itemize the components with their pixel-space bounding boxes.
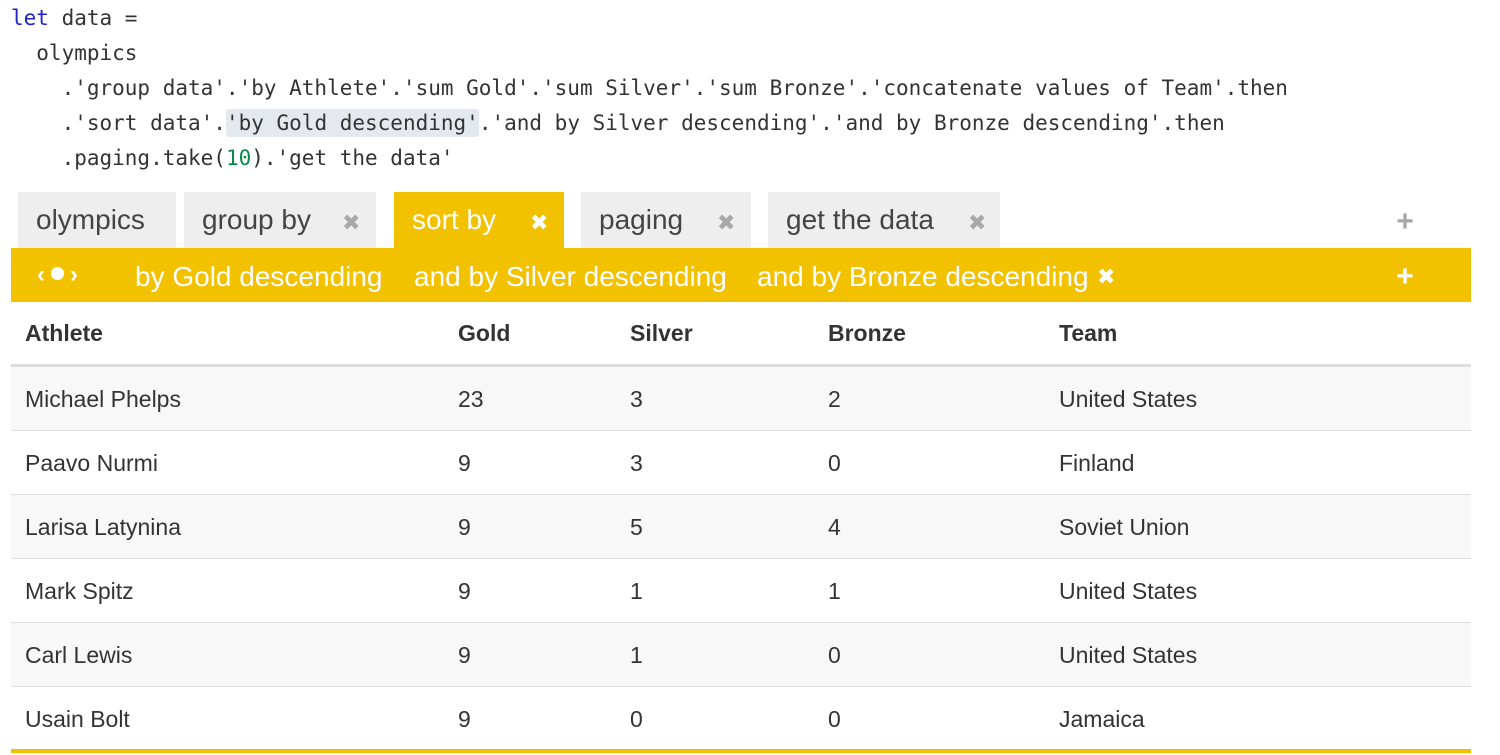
sort-bar: ‹ › by Gold descending and by Silver desc… <box>11 248 1471 302</box>
tab-label: get the data <box>786 204 934 235</box>
cell-gold: 9 <box>458 706 471 732</box>
cell-athlete: Michael Phelps <box>25 386 181 412</box>
cell-gold: 9 <box>458 578 471 604</box>
tab-paging[interactable]: paging ✖ <box>581 192 751 248</box>
code-line: .paging.take(10).'get the data' <box>11 143 454 173</box>
cell-team: Soviet Union <box>1059 514 1190 540</box>
code-line: let data = <box>11 3 137 33</box>
tab-get-the-data[interactable]: get the data ✖ <box>768 192 1000 248</box>
cell-athlete: Larisa Latynina <box>25 514 181 540</box>
code-highlight[interactable]: 'by Gold descending' <box>225 109 479 137</box>
table-row: Michael Phelps 23 3 2 United States <box>11 367 1471 431</box>
results-table: Athlete Gold Silver Bronze Team Michael … <box>11 302 1471 750</box>
cell-silver: 0 <box>630 706 643 732</box>
cell-bronze: 4 <box>828 514 841 540</box>
column-header-gold[interactable]: Gold <box>458 302 510 364</box>
chevron-right-icon[interactable]: › <box>70 248 78 302</box>
sort-item-silver[interactable]: and by Silver descending <box>414 248 727 302</box>
code-line: olympics <box>11 41 138 65</box>
cell-bronze: 0 <box>828 706 841 732</box>
code-text: data = <box>48 6 138 30</box>
cell-athlete: Carl Lewis <box>25 642 133 668</box>
code-text: ).'get the data' <box>251 146 454 170</box>
cell-silver: 3 <box>630 386 643 412</box>
table-row: Paavo Nurmi 9 3 0 Finland <box>11 431 1471 495</box>
code-line: .'sort data'.'by Gold descending'.'and b… <box>11 108 1225 138</box>
table-row: Larisa Latynina 9 5 4 Soviet Union <box>11 495 1471 559</box>
cell-athlete: Paavo Nurmi <box>25 450 158 476</box>
cell-bronze: 2 <box>828 386 841 412</box>
sort-item-bronze[interactable]: and by Bronze descending <box>757 248 1089 302</box>
close-icon[interactable]: ✖ <box>530 192 548 254</box>
cell-bronze: 0 <box>828 642 841 668</box>
code-editor[interactable]: let data = olympics .'group data'.'by At… <box>11 0 1471 180</box>
cell-team: Finland <box>1059 450 1135 476</box>
pipeline-tabbar: olympics group by ✖ sort by ✖ paging ✖ g… <box>11 192 1471 248</box>
cell-silver: 1 <box>630 578 643 604</box>
tab-label: group by <box>202 204 311 235</box>
cell-team: United States <box>1059 578 1198 604</box>
table-row: Carl Lewis 9 1 0 United States <box>11 623 1471 687</box>
sort-navigator: ‹ › <box>37 248 78 302</box>
cell-silver: 1 <box>630 642 643 668</box>
close-icon[interactable]: ✖ <box>342 192 360 254</box>
tab-label: sort by <box>412 204 497 235</box>
cell-bronze: 0 <box>828 450 841 476</box>
table-bottom-border <box>11 749 1471 753</box>
code-line: .'group data'.'by Athlete'.'sum Gold'.'s… <box>11 76 1288 100</box>
table-header: Athlete Gold Silver Bronze Team <box>11 302 1471 367</box>
cell-gold: 9 <box>458 514 471 540</box>
tab-sort-by[interactable]: sort by ✖ <box>394 192 564 248</box>
close-icon[interactable]: ✖ <box>717 192 735 254</box>
code-text: .'and by Silver descending'.'and by Bron… <box>478 111 1225 135</box>
cell-silver: 5 <box>630 514 643 540</box>
tab-olympics[interactable]: olympics <box>18 192 176 248</box>
cell-athlete: Mark Spitz <box>25 578 134 604</box>
code-text: .'sort data'. <box>11 111 226 135</box>
cell-gold: 9 <box>458 450 471 476</box>
cell-team: United States <box>1059 642 1198 668</box>
cell-gold: 23 <box>458 386 484 412</box>
code-text: .paging.take( <box>11 146 226 170</box>
close-icon[interactable]: ✖ <box>1097 248 1115 302</box>
column-header-team[interactable]: Team <box>1059 302 1117 364</box>
table-row: Mark Spitz 9 1 1 United States <box>11 559 1471 623</box>
chevron-left-icon[interactable]: ‹ <box>37 248 45 302</box>
cell-bronze: 1 <box>828 578 841 604</box>
tab-group-by[interactable]: group by ✖ <box>184 192 376 248</box>
code-number: 10 <box>225 146 252 170</box>
add-sort-icon[interactable]: + <box>1393 248 1417 302</box>
add-tab-icon[interactable]: + <box>1393 192 1417 248</box>
close-icon[interactable]: ✖ <box>968 192 986 254</box>
table-row: Usain Bolt 9 0 0 Jamaica <box>11 687 1471 750</box>
cell-silver: 3 <box>630 450 643 476</box>
table-body: Michael Phelps 23 3 2 United States Paav… <box>11 367 1471 750</box>
cell-gold: 9 <box>458 642 471 668</box>
cell-team: United States <box>1059 386 1198 412</box>
dot-icon[interactable] <box>51 267 64 281</box>
tab-label: paging <box>599 204 684 235</box>
column-header-bronze[interactable]: Bronze <box>828 302 906 364</box>
cell-team: Jamaica <box>1059 706 1145 732</box>
tab-label: olympics <box>36 204 145 235</box>
column-header-athlete[interactable]: Athlete <box>25 302 103 364</box>
code-keyword: let <box>11 6 49 30</box>
column-header-silver[interactable]: Silver <box>630 302 693 364</box>
cell-athlete: Usain Bolt <box>25 706 130 732</box>
sort-item-gold[interactable]: by Gold descending <box>135 248 383 302</box>
